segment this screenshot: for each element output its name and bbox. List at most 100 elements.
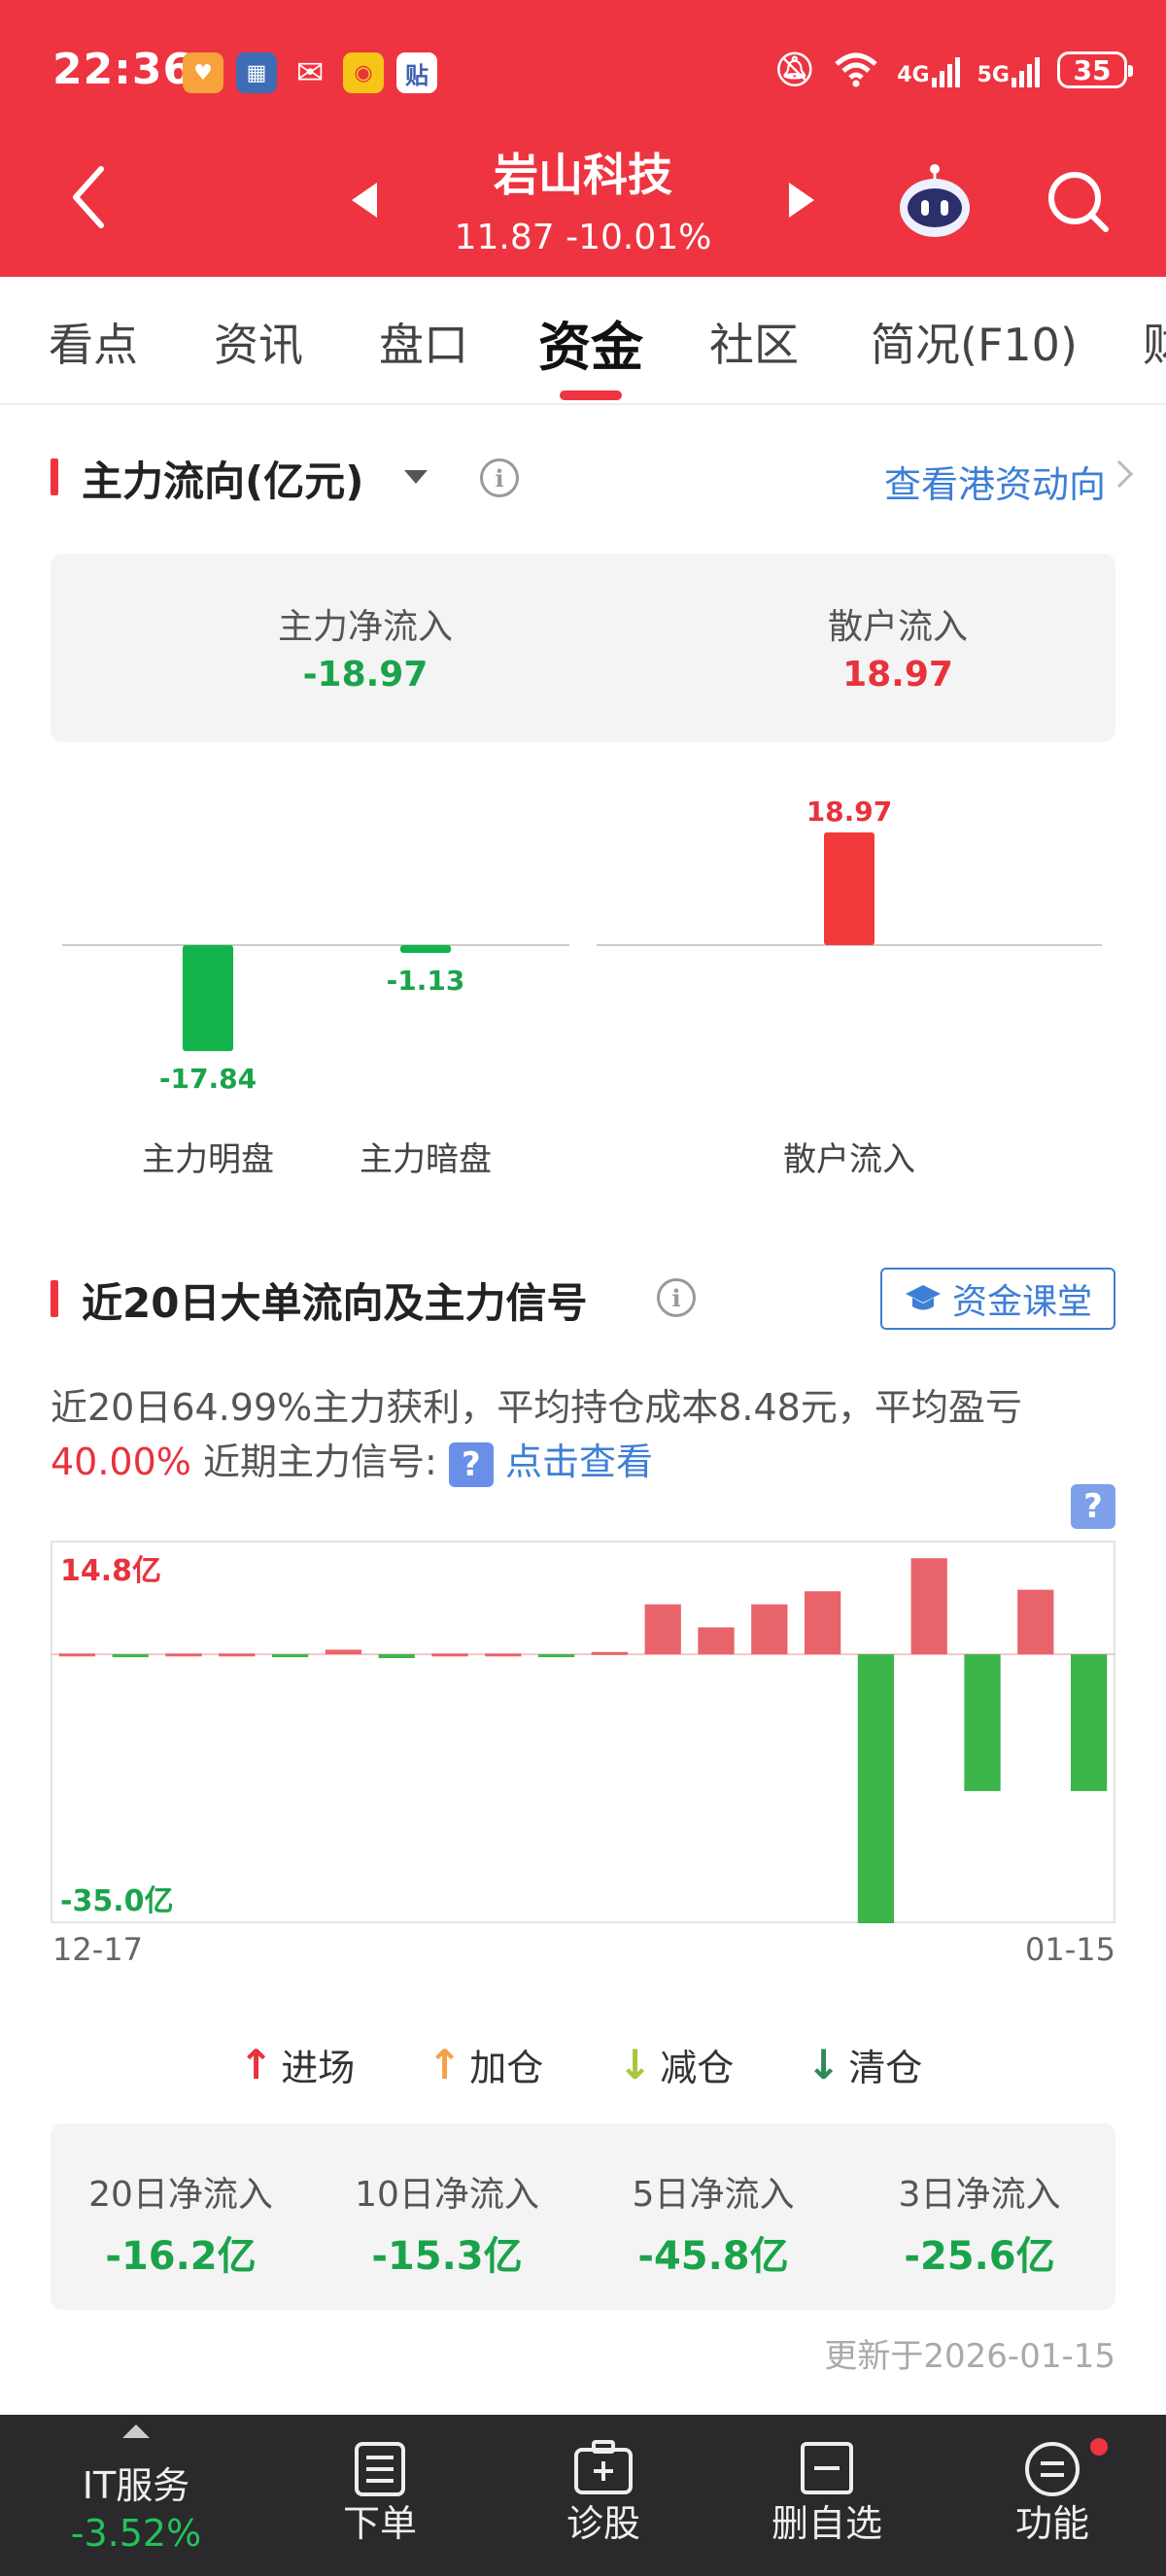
legend-entry: ↓ 清仓	[806, 2038, 922, 2091]
daily-flow-bar	[644, 1604, 681, 1655]
signal-5g-label: 5G	[977, 63, 1010, 87]
prev-stock-icon[interactable]	[352, 183, 377, 218]
daily-flow-bar	[1070, 1654, 1108, 1791]
order-label: 下单	[342, 2502, 417, 2545]
daily-flow-bar	[58, 1653, 96, 1657]
daily-flow-bar	[271, 1654, 309, 1658]
arrow-down-icon: ↓	[806, 2041, 841, 2088]
net-flow-summary: 20日净流入 -16.2亿 10日净流入 -15.3亿 5日净流入 -45.8亿…	[51, 2123, 1115, 2310]
diagnose-button[interactable]: 诊股	[521, 2415, 686, 2576]
functions-button[interactable]: 功能	[970, 2415, 1135, 2576]
bottom-toolbar: IT服务 -3.52% 下单 诊股 删自选 功能	[0, 2415, 1166, 2576]
chart-help-icon[interactable]: ?	[1071, 1484, 1115, 1529]
functions-label: 功能	[1014, 2502, 1089, 2545]
status-indicators: 🔕︎ 4G 5G 35	[773, 51, 1133, 89]
avg-pnl-percent: 40.00%	[51, 1441, 191, 1483]
tab-f10[interactable]: 简况(F10)	[871, 310, 1078, 374]
weibo-icon: ◉	[343, 52, 384, 93]
flow-20d-label: 20日净流入	[88, 2175, 273, 2215]
tab-highlights[interactable]: 看点	[49, 310, 138, 374]
tieba-icon: 贴	[396, 52, 437, 93]
main-flow-bar-chart: -17.84 -1.13 18.97	[62, 796, 1102, 1095]
legend-entry: ↑ 加仓	[428, 2038, 543, 2091]
daily-flow-bar	[698, 1627, 735, 1655]
sector-change: -3.52%	[70, 2512, 202, 2555]
bar-label-retail: 散户流入	[783, 1140, 915, 1179]
status-time: 22:36	[52, 45, 194, 94]
status-bar: 22:36 ♥ ▦ ✉ ◉ 贴 🔕︎ 4G 5G 35	[0, 0, 1166, 146]
daily-flow-bar	[165, 1653, 202, 1657]
wechat-icon: ✉	[295, 53, 325, 92]
order-button[interactable]: 下单	[297, 2415, 463, 2576]
section-accent	[51, 458, 58, 495]
profit-summary: 近20日64.99%主力获利，平均持仓成本8.48元，平均盈亏	[51, 1386, 1022, 1429]
stock-name: 岩山科技	[494, 149, 672, 201]
remove-watchlist-button[interactable]: 删自选	[744, 2415, 909, 2576]
battery-indicator: 35	[1057, 51, 1133, 88]
stock-header: 22:36 ♥ ▦ ✉ ◉ 贴 🔕︎ 4G 5G 35 岩山科技 11.87 -…	[0, 0, 1166, 277]
x-start-label: 12-17	[52, 1931, 143, 1968]
retail-inflow-label: 散户流入	[827, 607, 968, 647]
flow-bar-value: -17.84	[159, 1063, 257, 1095]
tab-capital[interactable]: 资金	[538, 304, 643, 381]
daily-flow-bar	[1017, 1589, 1054, 1655]
net-inflow-value: -18.97	[302, 655, 429, 695]
retail-inflow-value: 18.97	[842, 655, 953, 695]
question-icon: ?	[448, 1441, 494, 1487]
tab-order-book[interactable]: 盘口	[379, 310, 468, 374]
tab-news[interactable]: 资讯	[214, 310, 303, 374]
active-tab-indicator	[560, 390, 622, 400]
main-flow-title[interactable]: 主力流向(亿元)	[82, 449, 363, 508]
section-accent	[51, 1280, 58, 1317]
daily-flow-bar-chart	[51, 1541, 1115, 1923]
next-stock-icon[interactable]	[789, 183, 814, 218]
x-end-label: 01-15	[1025, 1931, 1115, 1968]
flow-3d-value: -25.6亿	[904, 2234, 1055, 2279]
update-time: 更新于2026-01-15	[824, 2337, 1115, 2376]
flow-10d-value: -15.3亿	[371, 2234, 523, 2279]
robot-assistant-icon[interactable]	[896, 163, 974, 241]
search-icon[interactable]	[1044, 167, 1112, 235]
unit-dropdown-icon[interactable]	[404, 470, 428, 484]
back-arrow-icon[interactable]	[68, 163, 107, 231]
photo-notification-icon: ▦	[236, 52, 277, 93]
arrow-up-icon: ↑	[239, 2041, 274, 2088]
flow-bar	[400, 945, 451, 953]
legend-label: 清仓	[848, 2047, 923, 2089]
signal-4g-label: 4G	[897, 63, 930, 87]
arrow-up-icon: ↑	[428, 2041, 463, 2088]
tab-community[interactable]: 社区	[709, 310, 799, 374]
signal-5g: 5G	[977, 52, 1040, 87]
info-icon[interactable]: i	[480, 458, 519, 497]
daily-flow-bar	[537, 1654, 575, 1658]
bar-label-main-lit: 主力明盘	[142, 1140, 274, 1179]
daily-flow-bar	[591, 1651, 629, 1655]
graduation-cap-icon	[905, 1285, 941, 1310]
legend-label: 减仓	[660, 2047, 735, 2089]
bar-label-main-dark: 主力暗盘	[360, 1140, 492, 1179]
flow-3d-label: 3日净流入	[898, 2175, 1061, 2215]
stock-price-change: 11.87 -10.01%	[454, 218, 712, 257]
daily-flow-bar	[485, 1653, 522, 1657]
flow-bar-value: -1.13	[387, 965, 465, 997]
flow-bar	[824, 832, 874, 945]
capital-course-button[interactable]: 资金课堂	[880, 1268, 1115, 1330]
flow-5d-label: 5日净流入	[632, 2175, 795, 2215]
remove-watchlist-label: 删自选	[771, 2502, 882, 2545]
daily-flow-bar	[431, 1653, 468, 1657]
daily-flow-bar	[964, 1654, 1001, 1791]
daily-flow-bar	[751, 1604, 788, 1655]
chart-frame	[51, 1541, 1115, 1923]
app-notification-icon: ♥	[183, 52, 223, 93]
chevron-right-icon[interactable]	[1105, 459, 1134, 489]
tab-finance[interactable]: 财	[1143, 310, 1166, 374]
daily-flow-bar	[219, 1653, 256, 1657]
signal-line: 40.00% 近期主力信号: ? 点击查看	[51, 1432, 653, 1487]
info-icon[interactable]: i	[657, 1278, 696, 1317]
flow-20d-value: -16.2亿	[105, 2234, 257, 2279]
sector-name: IT服务	[82, 2464, 190, 2507]
hk-capital-link[interactable]: 查看港资动向	[884, 455, 1106, 508]
view-signal-link[interactable]: 点击查看	[505, 1441, 653, 1483]
sector-indicator[interactable]: IT服务 -3.52%	[29, 2415, 243, 2576]
remove-icon	[801, 2442, 853, 2494]
